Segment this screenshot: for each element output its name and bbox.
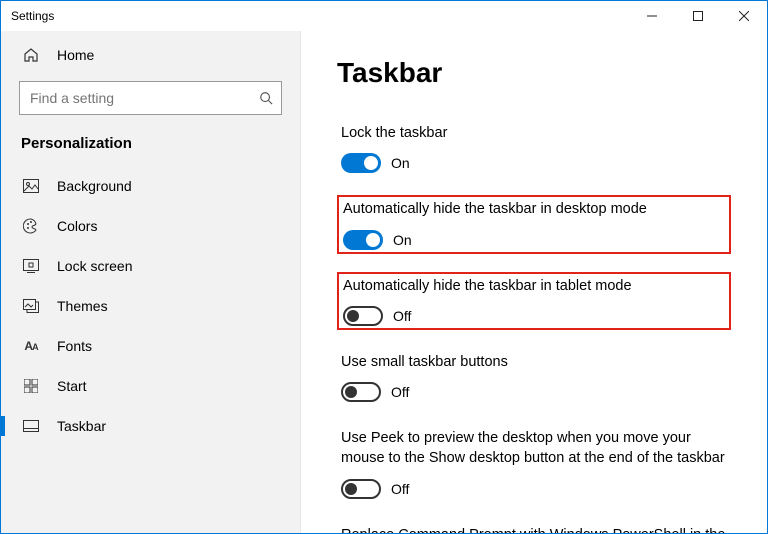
setting-label: Use small taskbar buttons (341, 352, 727, 372)
setting-autohide-desktop: Automatically hide the taskbar in deskto… (337, 195, 731, 253)
fonts-icon: AA (21, 339, 41, 353)
setting-label: Automatically hide the taskbar in tablet… (343, 276, 725, 296)
toggle-autohide-tablet[interactable] (343, 306, 383, 326)
category-header: Personalization (1, 127, 300, 166)
sidebar-item-background[interactable]: Background (1, 166, 300, 206)
setting-label: Lock the taskbar (341, 123, 727, 143)
sidebar-item-fonts[interactable]: AA Fonts (1, 326, 300, 366)
window-title: Settings (1, 9, 629, 23)
sidebar-item-colors[interactable]: Colors (1, 206, 300, 246)
maximize-button[interactable] (675, 1, 721, 31)
taskbar-icon (21, 420, 41, 432)
sidebar-item-taskbar[interactable]: Taskbar (1, 406, 300, 446)
search-wrap (1, 73, 300, 127)
sidebar-item-label: Lock screen (57, 258, 132, 274)
setting-powershell: Replace Command Prompt with Windows Powe… (337, 521, 731, 533)
search-icon (259, 91, 273, 105)
sidebar-item-start[interactable]: Start (1, 366, 300, 406)
toggle-state: Off (393, 308, 411, 324)
sidebar-item-lockscreen[interactable]: Lock screen (1, 246, 300, 286)
toggle-state: On (391, 155, 410, 171)
setting-small-buttons: Use small taskbar buttons Off (337, 348, 731, 406)
picture-icon (21, 179, 41, 193)
titlebar: Settings (1, 1, 767, 31)
sidebar-item-label: Background (57, 178, 132, 194)
themes-icon (21, 299, 41, 313)
toggle-row: On (341, 153, 727, 173)
toggle-autohide-desktop[interactable] (343, 230, 383, 250)
body: Home Personalization Background (1, 31, 767, 533)
setting-label: Use Peek to preview the desktop when you… (341, 428, 727, 469)
toggle-row: Off (341, 479, 727, 499)
window-controls (629, 1, 767, 31)
sidebar-item-label: Start (57, 378, 87, 394)
toggle-row: Off (343, 306, 725, 326)
sidebar-item-label: Taskbar (57, 418, 106, 434)
setting-lock-taskbar: Lock the taskbar On (337, 119, 731, 177)
settings-window: Settings Home (0, 0, 768, 534)
search-box[interactable] (19, 81, 282, 115)
toggle-row: On (343, 230, 725, 250)
search-input[interactable] (28, 89, 259, 107)
home-icon (21, 47, 41, 63)
sidebar: Home Personalization Background (1, 31, 301, 533)
toggle-peek[interactable] (341, 479, 381, 499)
home-label: Home (57, 47, 94, 63)
page-title: Taskbar (337, 57, 731, 89)
main-content: Taskbar Lock the taskbar On Automaticall… (301, 31, 767, 533)
minimize-button[interactable] (629, 1, 675, 31)
setting-autohide-tablet: Automatically hide the taskbar in tablet… (337, 272, 731, 330)
sidebar-item-label: Fonts (57, 338, 92, 354)
setting-label: Replace Command Prompt with Windows Powe… (341, 525, 727, 533)
start-icon (21, 379, 41, 393)
setting-peek: Use Peek to preview the desktop when you… (337, 424, 731, 503)
toggle-state: Off (391, 384, 409, 400)
lockscreen-icon (21, 259, 41, 273)
toggle-lock-taskbar[interactable] (341, 153, 381, 173)
toggle-small-buttons[interactable] (341, 382, 381, 402)
toggle-row: Off (341, 382, 727, 402)
toggle-state: Off (391, 481, 409, 497)
palette-icon (21, 218, 41, 234)
close-button[interactable] (721, 1, 767, 31)
setting-label: Automatically hide the taskbar in deskto… (343, 199, 725, 219)
home-nav[interactable]: Home (1, 37, 300, 73)
sidebar-item-label: Colors (57, 218, 97, 234)
sidebar-item-themes[interactable]: Themes (1, 286, 300, 326)
toggle-state: On (393, 232, 412, 248)
sidebar-item-label: Themes (57, 298, 108, 314)
